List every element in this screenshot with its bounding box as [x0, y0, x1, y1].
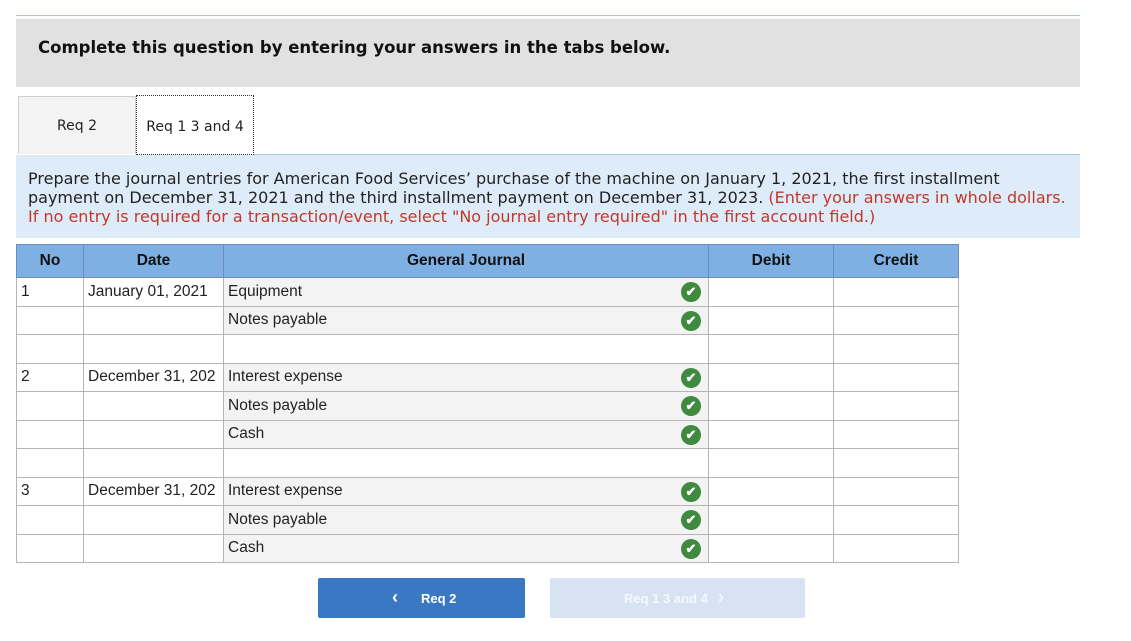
tab-req-2[interactable]: Req 2	[18, 96, 136, 154]
table-row: 1 January 01, 2021 Equipment ✔	[16, 277, 959, 307]
account-name: Interest expense	[228, 368, 343, 386]
account-cell[interactable]: Cash ✔	[223, 419, 709, 449]
table-row	[16, 448, 959, 478]
debit-cell[interactable]	[708, 476, 834, 506]
account-name: Interest expense	[228, 482, 343, 500]
account-name: Cash	[228, 539, 265, 557]
date-cell[interactable]: January 01, 2021	[83, 277, 224, 307]
table-row: 3 December 31, 202 Interest expense ✔	[16, 476, 959, 506]
header-general-journal: General Journal	[223, 244, 709, 278]
debit-cell[interactable]	[708, 448, 834, 478]
check-circle-icon: ✔	[681, 538, 701, 559]
prev-req-button[interactable]: ‹ Req 2	[318, 578, 525, 618]
account-name: Notes payable	[228, 510, 328, 528]
date-cell[interactable]	[83, 505, 224, 535]
table-row: Notes payable ✔	[16, 505, 959, 535]
date-cell[interactable]	[83, 334, 224, 364]
next-req-label: Req 1 3 and 4	[624, 591, 708, 606]
date-cell[interactable]	[83, 533, 224, 563]
entry-number-cell: 3	[16, 476, 84, 506]
debit-cell[interactable]	[708, 305, 834, 335]
account-cell[interactable]: Notes payable ✔	[223, 505, 709, 535]
table-row: 2 December 31, 202 Interest expense ✔	[16, 362, 959, 392]
question-instructions: Prepare the journal entries for American…	[16, 155, 1080, 238]
credit-cell[interactable]	[833, 277, 959, 307]
check-circle-icon: ✔	[681, 396, 701, 416]
credit-cell[interactable]	[833, 419, 959, 449]
account-cell[interactable]	[223, 448, 709, 478]
top-divider	[16, 15, 1080, 16]
entry-number-cell: 1	[16, 277, 84, 307]
account-name: Notes payable	[228, 396, 328, 414]
header-date: Date	[83, 244, 224, 278]
credit-cell[interactable]	[833, 533, 959, 563]
debit-cell[interactable]	[708, 419, 834, 449]
tab-req-1-3-and-4[interactable]: Req 1 3 and 4	[136, 95, 254, 155]
account-cell[interactable]: Notes payable ✔	[223, 305, 709, 335]
check-circle-icon: ✔	[681, 367, 701, 388]
check-circle-icon: ✔	[681, 282, 701, 302]
table-row: Cash ✔	[16, 533, 959, 563]
credit-cell[interactable]	[833, 305, 959, 335]
entry-number-cell	[16, 391, 84, 421]
debit-cell[interactable]	[708, 505, 834, 535]
entry-number-cell	[16, 419, 84, 449]
date-cell[interactable]	[83, 448, 224, 478]
entry-number-cell	[16, 334, 84, 364]
credit-cell[interactable]	[833, 476, 959, 506]
chevron-right-icon: ›	[718, 587, 724, 607]
credit-cell[interactable]	[833, 391, 959, 421]
date-cell[interactable]: December 31, 202	[83, 362, 224, 392]
debit-cell[interactable]	[708, 391, 834, 421]
entry-number-cell	[16, 448, 84, 478]
credit-cell[interactable]	[833, 362, 959, 392]
prev-req-label: Req 2	[421, 591, 457, 606]
debit-cell[interactable]	[708, 334, 834, 364]
instruction-banner: Complete this question by entering your …	[16, 19, 1080, 87]
account-cell[interactable]: Interest expense ✔	[223, 476, 709, 506]
account-cell[interactable]: Notes payable ✔	[223, 391, 709, 421]
account-cell[interactable]: Equipment ✔	[223, 277, 709, 307]
table-row: Cash ✔	[16, 419, 959, 449]
next-req-button[interactable]: Req 1 3 and 4 ›	[550, 578, 805, 618]
table-header-row: No Date General Journal Debit Credit	[16, 244, 959, 278]
credit-cell[interactable]	[833, 448, 959, 478]
credit-cell[interactable]	[833, 505, 959, 535]
date-cell[interactable]	[83, 419, 224, 449]
debit-cell[interactable]	[708, 277, 834, 307]
check-circle-icon: ✔	[681, 510, 701, 530]
entry-number-cell	[16, 305, 84, 335]
credit-cell[interactable]	[833, 334, 959, 364]
table-row: Notes payable ✔	[16, 305, 959, 335]
entry-number-cell	[16, 533, 84, 563]
date-cell[interactable]: December 31, 202	[83, 476, 224, 506]
account-name: Equipment	[228, 282, 303, 300]
account-name: Cash	[228, 425, 265, 443]
debit-cell[interactable]	[708, 533, 834, 563]
table-row: Notes payable ✔	[16, 391, 959, 421]
account-cell[interactable]: Cash ✔	[223, 533, 709, 563]
entry-number-cell	[16, 505, 84, 535]
date-cell[interactable]	[83, 391, 224, 421]
date-cell[interactable]	[83, 305, 224, 335]
banner-text: Complete this question by entering your …	[38, 38, 671, 57]
check-circle-icon: ✔	[681, 310, 701, 331]
check-circle-icon: ✔	[681, 424, 701, 445]
chevron-left-icon: ‹	[392, 587, 398, 607]
account-cell[interactable]	[223, 334, 709, 364]
account-name: Notes payable	[228, 311, 328, 329]
header-credit: Credit	[833, 244, 959, 278]
account-cell[interactable]: Interest expense ✔	[223, 362, 709, 392]
check-circle-icon: ✔	[681, 481, 701, 502]
table-row	[16, 334, 959, 364]
header-debit: Debit	[708, 244, 834, 278]
entry-number-cell: 2	[16, 362, 84, 392]
general-journal-table: No Date General Journal Debit Credit 1 Ja…	[16, 244, 959, 563]
debit-cell[interactable]	[708, 362, 834, 392]
header-no: No	[16, 244, 84, 278]
